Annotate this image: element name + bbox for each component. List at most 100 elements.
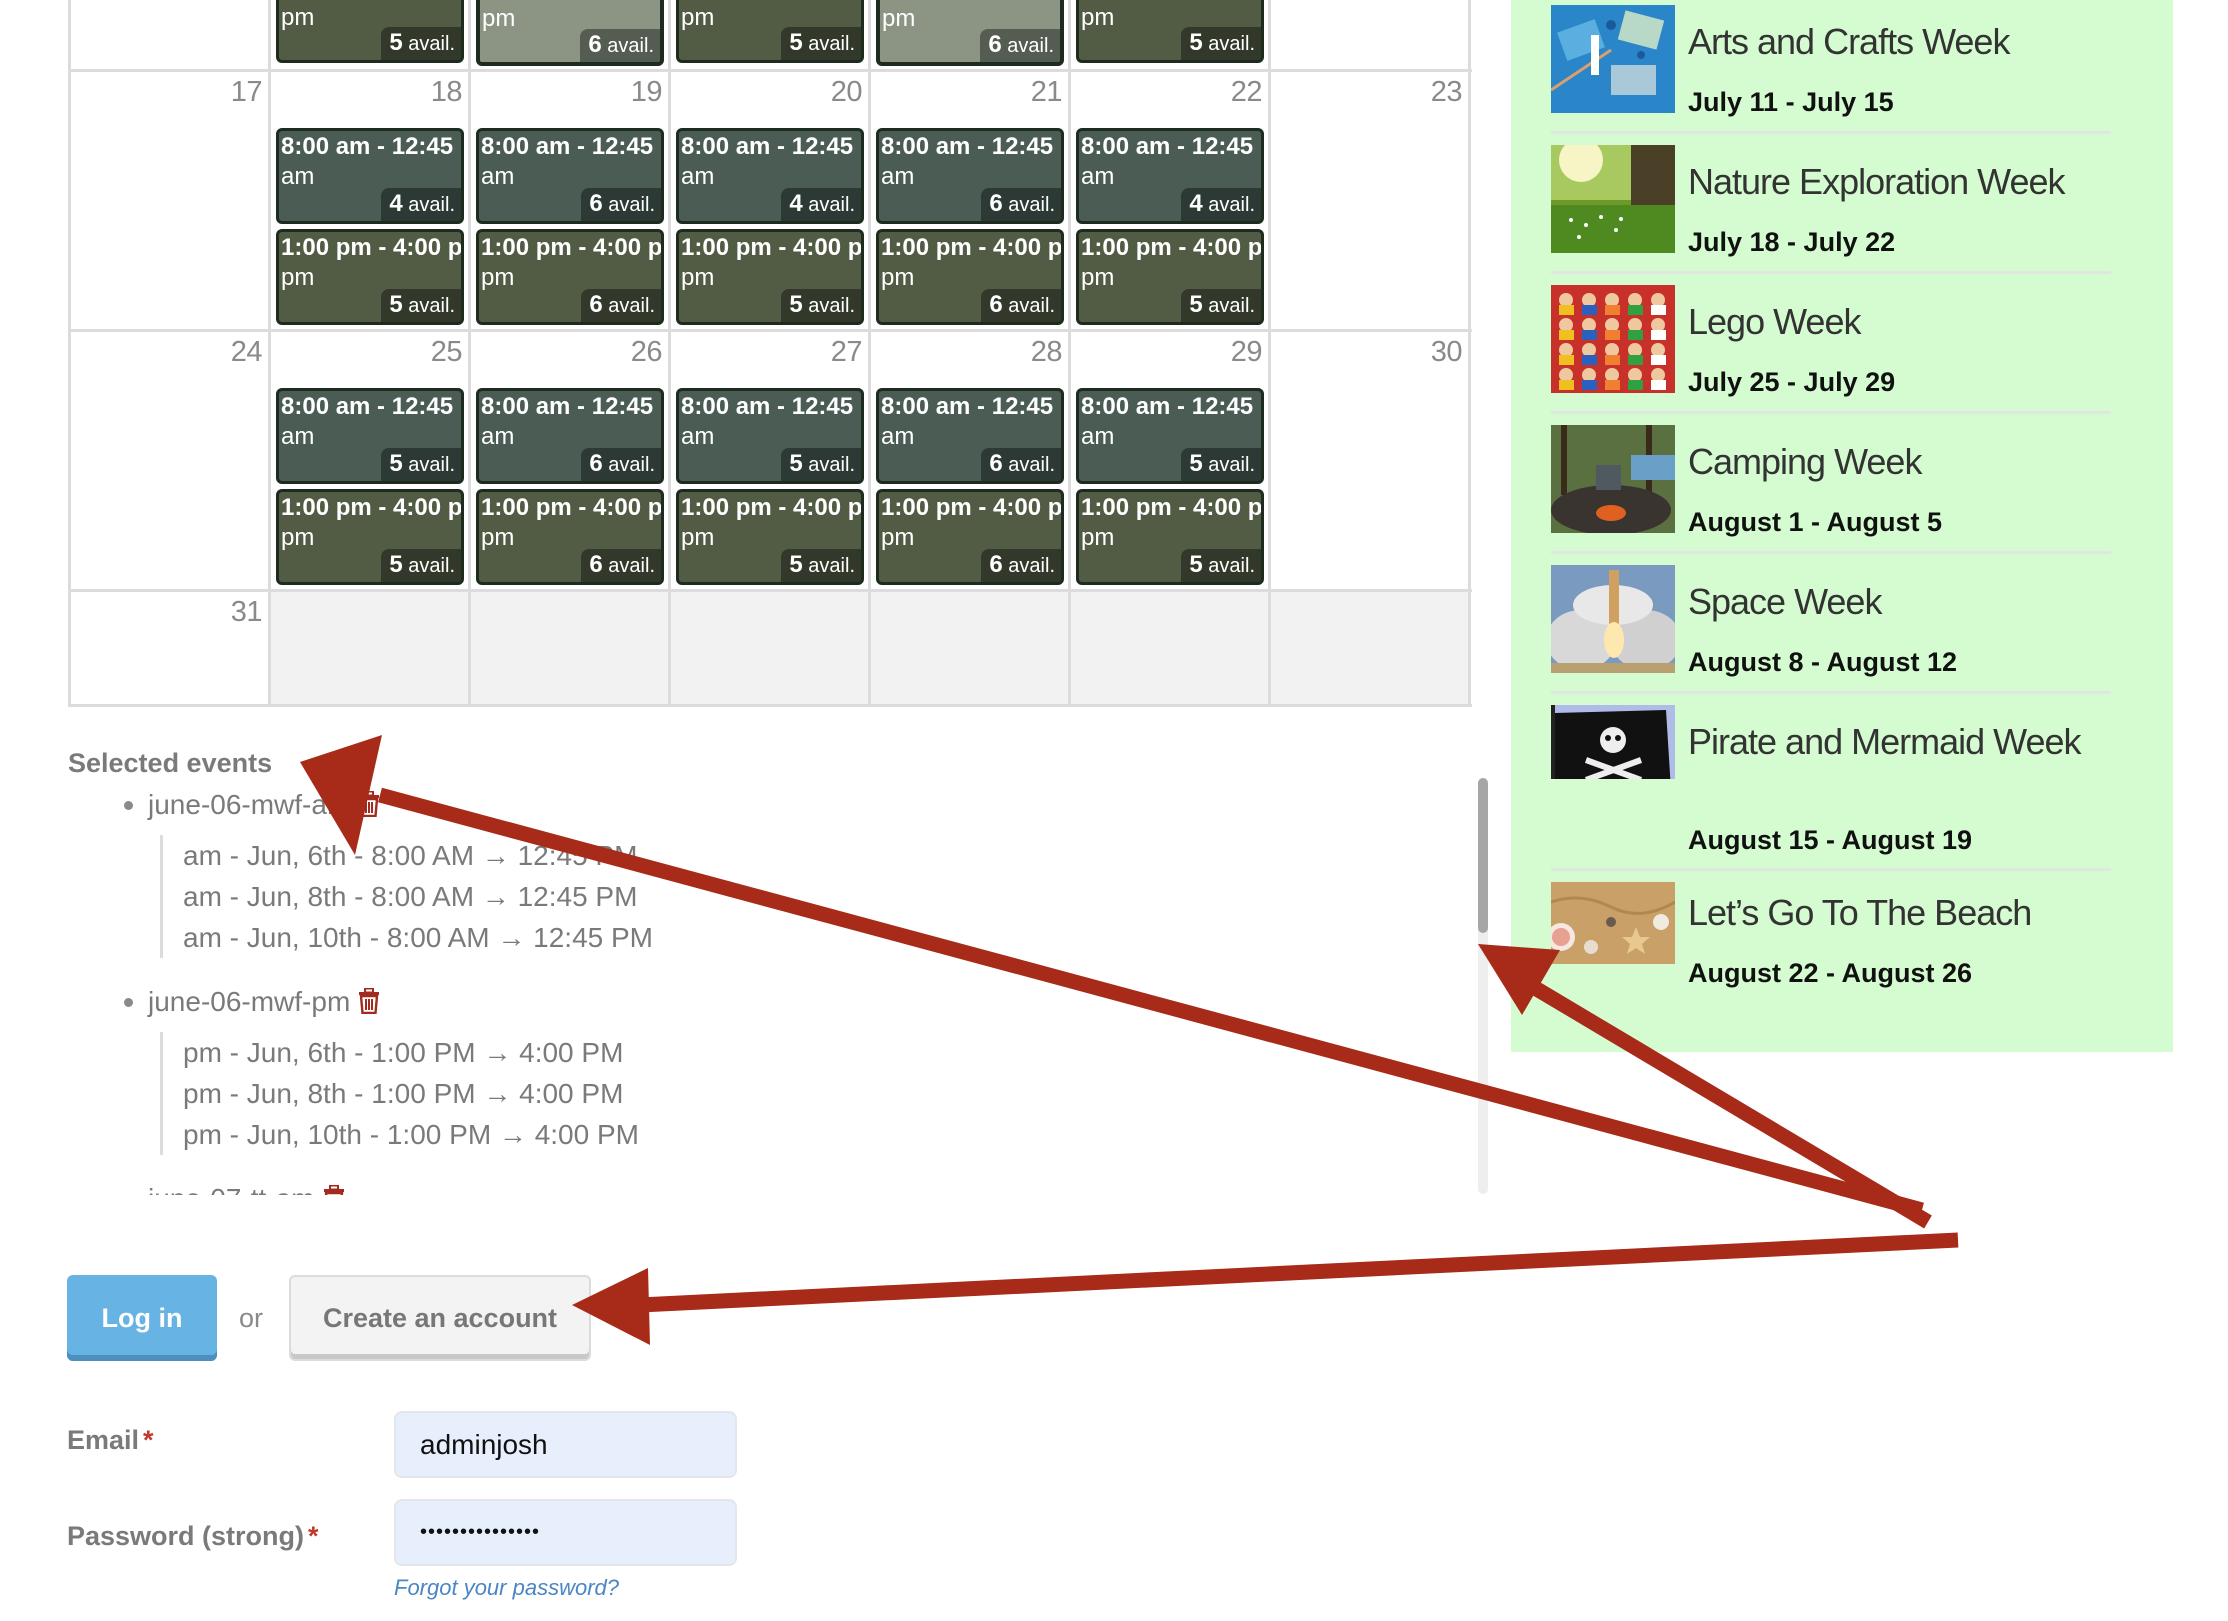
am-session-event[interactable]: 8:00 am - 12:45 pmam4 avail. bbox=[1076, 128, 1264, 224]
am-session-event[interactable]: 8:00 am - 12:45 pmam6 avail. bbox=[476, 388, 664, 484]
calendar-day-cell[interactable] bbox=[271, 592, 471, 704]
calendar-day-cell[interactable]: 17 bbox=[71, 72, 271, 329]
pm-session-event[interactable]: 1:00 pm - 4:00 pm pm 6 avail. bbox=[476, 489, 664, 585]
am-session-event[interactable]: 8:00 am - 12:45 pmam5 avail. bbox=[276, 388, 464, 484]
pm-session-event[interactable]: 1:00 pm - 4:00 pm pm 5 avail. bbox=[676, 489, 864, 585]
availability-count: 6 bbox=[588, 31, 602, 58]
calendar-day-cell[interactable]: 278:00 am - 12:45 pmam5 avail.1:00 pm - … bbox=[671, 332, 871, 589]
calendar-day-cell[interactable] bbox=[1271, 0, 1471, 69]
calendar-day-cell[interactable]: 208:00 am - 12:45 pmam4 avail.1:00 pm - … bbox=[671, 72, 871, 329]
availability-suffix: avail. bbox=[402, 194, 455, 216]
calendar-day-cell[interactable]: 30 bbox=[1271, 332, 1471, 589]
pm-session-event[interactable]: pm 5 avail. bbox=[276, 0, 464, 63]
availability-count: 6 bbox=[989, 291, 1003, 318]
pm-session-event[interactable]: 1:00 pm - 4:00 pm pm 5 avail. bbox=[1076, 229, 1264, 325]
am-session-event[interactable]: 8:00 am - 12:45 pmam4 avail. bbox=[676, 128, 864, 224]
calendar-day-cell[interactable] bbox=[871, 592, 1071, 704]
availability-badge: 6 avail. bbox=[981, 549, 1061, 582]
pm-session-event[interactable]: 1:00 pm - 4:00 pm pm 6 avail. bbox=[476, 229, 664, 325]
week-title[interactable]: Nature Exploration Week bbox=[1688, 163, 2108, 201]
camp-weeks-sidebar: Arts and Crafts Week July 11 - July 15 Nat… bbox=[1511, 0, 2173, 1052]
week-thumbnail-image[interactable] bbox=[1551, 285, 1675, 393]
login-button[interactable]: Log in bbox=[67, 1275, 217, 1361]
calendar-day-cell[interactable]: 218:00 am - 12:45 pmam6 avail.1:00 pm - … bbox=[871, 72, 1071, 329]
week-thumbnail-image[interactable] bbox=[1551, 145, 1675, 253]
email-label: Email * bbox=[67, 1425, 154, 1456]
week-thumbnail-image[interactable] bbox=[1551, 425, 1675, 533]
calendar-day-cell[interactable]: 31 bbox=[71, 592, 271, 704]
pm-session-event[interactable]: pm 6 avail. bbox=[476, 0, 664, 66]
availability-suffix: avail. bbox=[1202, 33, 1255, 55]
week-title[interactable]: Space Week bbox=[1688, 583, 2108, 621]
availability-count: 6 bbox=[988, 31, 1002, 58]
pm-session-event[interactable]: pm 5 avail. bbox=[1076, 0, 1264, 63]
trash-icon[interactable] bbox=[323, 1184, 345, 1195]
calendar-day-cell[interactable]: 268:00 am - 12:45 pmam6 avail.1:00 pm - … bbox=[471, 332, 671, 589]
pm-session-event[interactable]: 1:00 pm - 4:00 pm pm 5 avail. bbox=[276, 489, 464, 585]
week-thumbnail-image[interactable] bbox=[1551, 5, 1675, 113]
calendar-day-cell[interactable]: 24 bbox=[71, 332, 271, 589]
week-title[interactable]: Lego Week bbox=[1688, 303, 2108, 341]
create-account-button[interactable]: Create an account bbox=[289, 1275, 592, 1361]
email-field[interactable] bbox=[394, 1411, 737, 1478]
selected-events-scrollbar[interactable] bbox=[1478, 778, 1488, 1194]
calendar-day-cell[interactable]: 258:00 am - 12:45 pmam5 avail.1:00 pm - … bbox=[271, 332, 471, 589]
availability-count: 5 bbox=[1189, 291, 1203, 318]
calendar-day-cell[interactable] bbox=[71, 0, 271, 69]
calendar-day-cell[interactable] bbox=[671, 592, 871, 704]
calendar-day-cell[interactable]: pm 5 avail. bbox=[271, 0, 471, 69]
week-dates: July 11 - July 15 bbox=[1688, 87, 1894, 117]
trash-icon[interactable] bbox=[358, 790, 380, 818]
calendar-day-cell[interactable]: pm 6 avail. bbox=[471, 0, 671, 69]
week-thumbnail-image[interactable] bbox=[1551, 565, 1675, 673]
week-title[interactable]: Let’s Go To The Beach bbox=[1688, 894, 2108, 932]
calendar-day-cell[interactable]: 23 bbox=[1271, 72, 1471, 329]
availability-badge: 6 avail. bbox=[581, 289, 661, 322]
auth-actions: Log in or Create an account bbox=[67, 1275, 592, 1361]
forgot-password-link[interactable]: Forgot your password? bbox=[394, 1575, 619, 1601]
password-field[interactable] bbox=[394, 1499, 737, 1566]
calendar-day-cell[interactable] bbox=[471, 592, 671, 704]
pm-session-event[interactable]: 1:00 pm - 4:00 pm pm 6 avail. bbox=[876, 229, 1064, 325]
pm-session-event[interactable]: 1:00 pm - 4:00 pm pm 5 avail. bbox=[1076, 489, 1264, 585]
calendar-day-cell[interactable]: 18 8:00 am - 12:45 pmam4 avail.1:00 pm - … bbox=[271, 72, 471, 329]
week-title[interactable]: Arts and Crafts Week bbox=[1688, 23, 2108, 61]
calendar-day-cell[interactable] bbox=[1071, 592, 1271, 704]
week-dates: August 1 - August 5 bbox=[1688, 507, 1942, 537]
am-session-event[interactable]: 8:00 am - 12:45 pmam6 avail. bbox=[876, 388, 1064, 484]
availability-badge: 5 avail. bbox=[1181, 448, 1261, 481]
pm-session-event[interactable]: pm 6 avail. bbox=[876, 0, 1064, 66]
scrollbar-thumb[interactable] bbox=[1478, 778, 1488, 933]
week-thumbnail-image[interactable] bbox=[1551, 705, 1675, 779]
week-title[interactable]: Camping Week bbox=[1688, 443, 2108, 481]
availability-count: 5 bbox=[789, 291, 803, 318]
calendar-day-cell[interactable]: pm 5 avail. bbox=[1071, 0, 1271, 69]
pm-session-event[interactable]: 1:00 pm - 4:00 pm pm 6 avail. bbox=[876, 489, 1064, 585]
calendar-day-cell[interactable]: 228:00 am - 12:45 pmam4 avail.1:00 pm - … bbox=[1071, 72, 1271, 329]
occurrence-item: am - Jun, 8th - 8:00 AM → 12:45 PM bbox=[183, 881, 638, 912]
week-title[interactable]: Pirate and Mermaid Week bbox=[1688, 723, 2108, 761]
event-time: 8:00 am - 12:45 pm bbox=[881, 133, 1061, 160]
week-thumbnail-image[interactable] bbox=[1551, 882, 1675, 964]
availability-badge: 5 avail. bbox=[381, 289, 461, 322]
trash-icon[interactable] bbox=[358, 987, 380, 1015]
am-session-event[interactable]: 8:00 am - 12:45 pmam4 avail. bbox=[276, 128, 464, 224]
week-divider bbox=[1551, 691, 2111, 694]
calendar-day-cell[interactable] bbox=[1271, 592, 1471, 704]
am-session-event[interactable]: 8:00 am - 12:45 pmam5 avail. bbox=[1076, 388, 1264, 484]
calendar-day-cell[interactable]: 288:00 am - 12:45 pmam6 avail.1:00 pm - … bbox=[871, 332, 1071, 589]
day-number: 18 bbox=[430, 76, 463, 108]
pm-session-event[interactable]: pm 5 avail. bbox=[676, 0, 864, 63]
calendar-day-cell[interactable]: 298:00 am - 12:45 pmam5 avail.1:00 pm - … bbox=[1071, 332, 1271, 589]
calendar-day-cell[interactable]: pm 6 avail. bbox=[871, 0, 1071, 69]
availability-suffix: avail. bbox=[1202, 194, 1255, 216]
day-number: 19 bbox=[630, 76, 663, 108]
arrow-to-create-account bbox=[572, 1232, 1959, 1345]
calendar-day-cell[interactable]: 19 8:00 am - 12:45 pmam6 avail.1:00 pm - … bbox=[471, 72, 671, 329]
pm-session-event[interactable]: 1:00 pm - 4:00 pm pm 5 avail. bbox=[676, 229, 864, 325]
calendar-day-cell[interactable]: pm 5 avail. bbox=[671, 0, 871, 69]
pm-session-event[interactable]: 1:00 pm - 4:00 pm pm 5 avail. bbox=[276, 229, 464, 325]
am-session-event[interactable]: 8:00 am - 12:45 pmam6 avail. bbox=[476, 128, 664, 224]
am-session-event[interactable]: 8:00 am - 12:45 pmam5 avail. bbox=[676, 388, 864, 484]
am-session-event[interactable]: 8:00 am - 12:45 pmam6 avail. bbox=[876, 128, 1064, 224]
